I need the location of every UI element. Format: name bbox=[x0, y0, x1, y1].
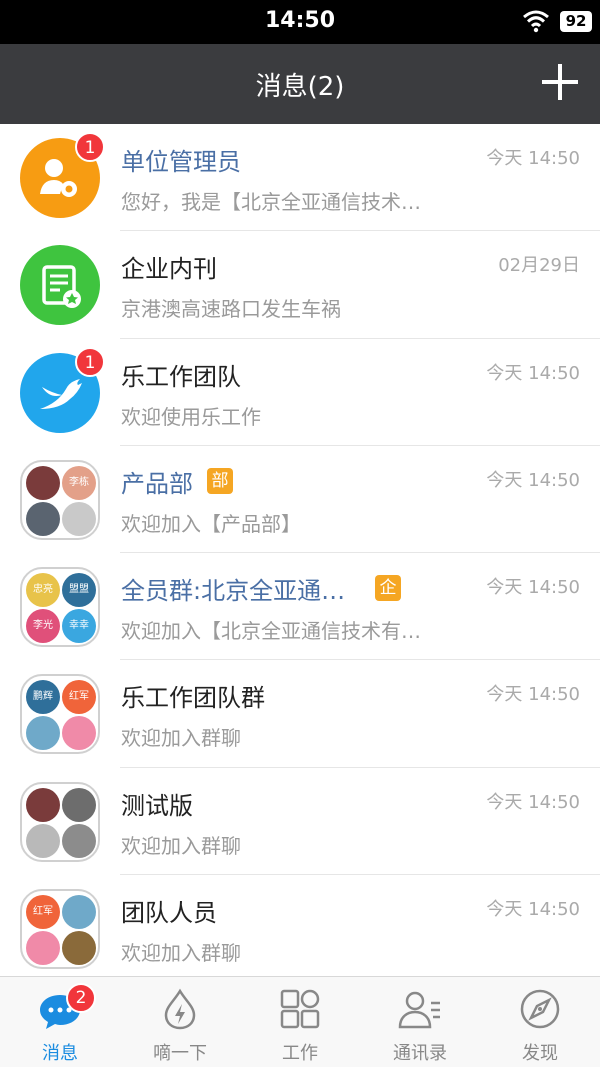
conversation-time: 今天 14:50 bbox=[486, 791, 580, 813]
wifi-icon bbox=[522, 9, 550, 37]
member-avatar: 红军 bbox=[62, 680, 96, 715]
conversation-preview: 您好，我是【北京全亚通信技术… bbox=[121, 190, 421, 214]
member-avatar bbox=[26, 465, 60, 500]
tab-label: 消息 bbox=[42, 1043, 78, 1064]
conversation-name: 测试版 bbox=[121, 791, 193, 820]
group-avatar bbox=[20, 781, 100, 862]
contacts-icon bbox=[398, 991, 440, 1029]
member-avatar bbox=[62, 501, 96, 536]
member-avatar: 李光 bbox=[26, 609, 60, 644]
conversation-time: 02月29日 bbox=[498, 255, 580, 277]
tab-badge: 2 bbox=[66, 983, 96, 1013]
tab-label: 嘀一下 bbox=[153, 1043, 207, 1064]
conversation-row[interactable]: 李栋 产品部 部 欢迎加入【产品部】 今天 14:50 bbox=[0, 446, 600, 554]
member-avatar: 忠亮 bbox=[26, 573, 60, 608]
conversation-time: 今天 14:50 bbox=[486, 148, 580, 169]
member-avatar bbox=[62, 931, 96, 966]
conversation-row[interactable]: 忠亮 盟盟 李光 幸幸 全员群:北京全亚通… 企 欢迎加入【北京全亚通信技术有…… bbox=[0, 553, 600, 661]
member-avatar bbox=[26, 823, 60, 858]
unread-badge: 1 bbox=[75, 346, 105, 377]
conversation-preview: 欢迎加入群聊 bbox=[121, 941, 241, 966]
conversation-time: 今天 14:50 bbox=[486, 362, 580, 384]
group-avatar: 红军 bbox=[20, 889, 100, 970]
conversation-row[interactable]: 鹏辉 红军 乐工作团队群 欢迎加入群聊 今天 14:50 bbox=[0, 660, 600, 769]
document-star-icon bbox=[42, 265, 81, 309]
status-time: 14:50 bbox=[264, 8, 336, 33]
tab-label: 发现 bbox=[522, 1043, 558, 1064]
conversation-list: 1 单位管理员 您好，我是【北京全亚通信技术… 今天 14:50 企业内刊 京港… bbox=[0, 124, 600, 983]
conversation-row[interactable]: 测试版 欢迎加入群聊 今天 14:50 bbox=[0, 768, 600, 876]
newsletter-avatar bbox=[20, 245, 100, 326]
conversation-row[interactable]: 企业内刊 京港澳高速路口发生车祸 02月29日 bbox=[0, 231, 600, 339]
conversation-name: 企业内刊 bbox=[121, 255, 217, 284]
member-avatar: 幸幸 bbox=[62, 609, 96, 644]
member-avatar bbox=[62, 716, 96, 751]
conversation-name: 乐工作团队 bbox=[121, 362, 241, 391]
conversation-preview: 欢迎使用乐工作 bbox=[121, 404, 261, 429]
battery-indicator: 92 bbox=[560, 11, 592, 32]
conversation-row[interactable]: 红军 团队人员 欢迎加入群聊 今天 14:50 bbox=[0, 875, 600, 983]
conversation-time: 今天 14:50 bbox=[486, 469, 580, 491]
member-avatar bbox=[26, 931, 60, 966]
conversation-name: 全员群:北京全亚通… bbox=[121, 577, 346, 606]
conversation-name: 产品部 bbox=[121, 469, 193, 498]
tab-work[interactable]: 工作 bbox=[240, 977, 360, 1067]
tab-bar: 2 消息 嘀一下 工作 通讯录 发现 bbox=[0, 976, 600, 1067]
member-avatar bbox=[26, 716, 60, 751]
group-avatar: 忠亮 盟盟 李光 幸幸 bbox=[20, 567, 100, 648]
tab-ding[interactable]: 嘀一下 bbox=[120, 977, 240, 1067]
conversation-row[interactable]: 1 乐工作团队 欢迎使用乐工作 今天 14:50 bbox=[0, 339, 600, 447]
group-avatar: 鹏辉 红军 bbox=[20, 674, 100, 755]
conversation-time: 今天 14:50 bbox=[486, 899, 580, 921]
department-tag: 部 bbox=[207, 467, 233, 494]
navigation-bar: 消息(2) bbox=[0, 44, 600, 124]
add-plus-icon[interactable] bbox=[542, 64, 578, 100]
tab-messages[interactable]: 2 消息 bbox=[0, 977, 120, 1067]
unread-badge: 1 bbox=[75, 132, 105, 162]
conversation-time: 今天 14:50 bbox=[486, 577, 580, 599]
conversation-name: 团队人员 bbox=[121, 899, 217, 928]
member-avatar bbox=[26, 787, 60, 822]
lightning-drop-icon bbox=[164, 988, 196, 1030]
conversation-preview: 欢迎加入【产品部】 bbox=[121, 511, 301, 536]
enterprise-tag: 企 bbox=[375, 575, 401, 602]
conversation-preview: 欢迎加入【北京全亚通信技术有… bbox=[121, 619, 421, 644]
member-avatar: 盟盟 bbox=[62, 573, 96, 608]
grid-icon bbox=[280, 989, 320, 1029]
member-avatar bbox=[62, 823, 96, 858]
conversation-time: 今天 14:50 bbox=[486, 684, 580, 706]
member-avatar bbox=[26, 501, 60, 536]
conversation-preview: 京港澳高速路口发生车祸 bbox=[121, 297, 341, 322]
conversation-preview: 欢迎加入群聊 bbox=[121, 726, 241, 751]
member-avatar: 鹏辉 bbox=[26, 680, 60, 715]
member-avatar bbox=[62, 787, 96, 822]
group-avatar: 李栋 bbox=[20, 459, 100, 540]
status-bar: 14:50 92 bbox=[0, 0, 600, 44]
conversation-preview: 欢迎加入群聊 bbox=[121, 833, 241, 858]
conversation-name: 乐工作团队群 bbox=[121, 684, 265, 713]
tab-label: 通讯录 bbox=[393, 1043, 447, 1064]
conversation-row[interactable]: 1 单位管理员 您好，我是【北京全亚通信技术… 今天 14:50 bbox=[0, 124, 600, 232]
page-title: 消息(2) bbox=[255, 72, 345, 102]
member-avatar: 红军 bbox=[26, 895, 60, 930]
compass-icon bbox=[520, 989, 560, 1029]
tab-discover[interactable]: 发现 bbox=[480, 977, 600, 1067]
tab-contacts[interactable]: 通讯录 bbox=[360, 977, 480, 1067]
member-avatar: 李栋 bbox=[62, 465, 96, 500]
conversation-name: 单位管理员 bbox=[121, 148, 241, 176]
tab-label: 工作 bbox=[282, 1043, 318, 1064]
member-avatar bbox=[62, 895, 96, 930]
